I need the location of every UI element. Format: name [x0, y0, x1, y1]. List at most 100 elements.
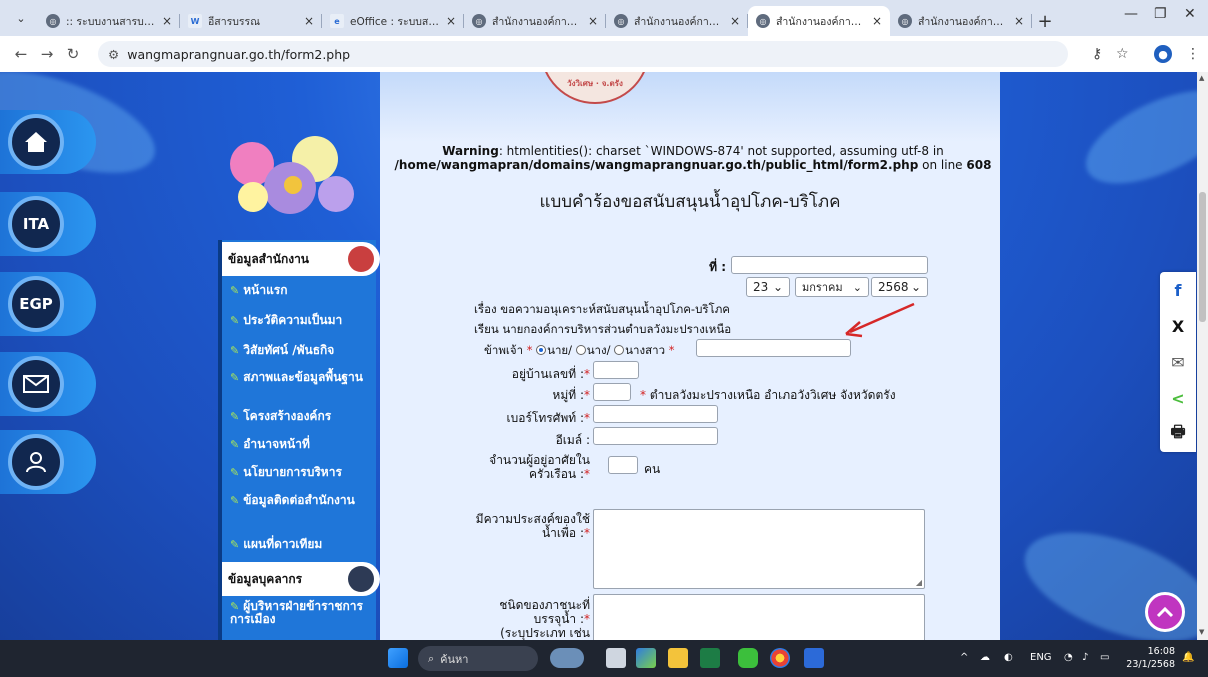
- sidebar-item-history[interactable]: ✎ ประวัติความเป็นมา: [230, 314, 376, 328]
- day-select[interactable]: 23 ⌄: [746, 277, 790, 297]
- ita-shortcut[interactable]: ITA: [0, 192, 96, 256]
- sidebar-item-policy[interactable]: ✎ นโยบายการบริหาร: [230, 466, 376, 480]
- full-name-input[interactable]: [696, 339, 851, 357]
- battery-icon[interactable]: ▭: [1100, 652, 1109, 663]
- restore-icon[interactable]: ❐: [1154, 6, 1167, 22]
- password-key-icon[interactable]: ⚷: [1092, 46, 1102, 62]
- forward-icon[interactable]: →: [34, 45, 60, 63]
- browser-tab[interactable]: ◎ สำนักงานองค์การบริหาร ×: [464, 6, 606, 36]
- close-icon[interactable]: ×: [162, 14, 172, 28]
- doc-number-input[interactable]: [731, 256, 928, 274]
- windows-start-icon[interactable]: [388, 648, 408, 668]
- pencil-icon: ✎: [230, 371, 240, 384]
- household-count-input[interactable]: [608, 456, 638, 474]
- mail-shortcut[interactable]: [0, 352, 96, 416]
- excel-icon[interactable]: [700, 648, 720, 668]
- browser-tab[interactable]: ◎ :: ระบบงานสารบรรณอิเล็กฯ ×: [38, 6, 180, 36]
- browser-menu-icon[interactable]: ⋮: [1186, 46, 1200, 62]
- tab-title: :: ระบบงานสารบรรณอิเล็กฯ: [66, 15, 156, 28]
- x-share-button[interactable]: X: [1160, 308, 1196, 344]
- radio-mrs[interactable]: [575, 345, 586, 355]
- sidebar-item-structure[interactable]: ✎ โครงสร้างองค์กร: [230, 410, 376, 424]
- chevron-down-icon: ⌄: [852, 280, 862, 294]
- notification-bell-icon[interactable]: 🔔: [1182, 652, 1194, 663]
- radio-miss[interactable]: [614, 345, 625, 355]
- word-icon[interactable]: [804, 648, 824, 668]
- pencil-icon: ✎: [230, 344, 240, 357]
- scroll-to-top-button[interactable]: [1145, 592, 1185, 632]
- user-shortcut[interactable]: [0, 430, 96, 494]
- moo-input[interactable]: [593, 383, 631, 401]
- purpose-textarea[interactable]: ◢: [593, 509, 925, 589]
- close-icon[interactable]: ×: [304, 14, 314, 28]
- taskbar-clock[interactable]: 16:08 23/1/2568: [1125, 645, 1175, 671]
- reload-icon[interactable]: ↻: [60, 45, 86, 63]
- sidebar-item-executives[interactable]: ✎ ผู้บริหารฝ่ายข้าราชการการเมือง: [230, 600, 376, 626]
- resize-grip-icon[interactable]: ◢: [916, 578, 922, 587]
- scrollbar-thumb[interactable]: [1199, 192, 1206, 322]
- back-icon[interactable]: ←: [8, 45, 34, 63]
- onedrive-icon[interactable]: ☁: [980, 652, 990, 663]
- egp-shortcut[interactable]: EGP: [0, 272, 96, 336]
- sidebar-item-duties[interactable]: ✎ อำนาจหน้าที่: [230, 438, 376, 452]
- sidebar-item-basic-info[interactable]: ✎ สภาพและข้อมูลพื้นฐาน: [230, 371, 376, 385]
- sidebar-section-title: ข้อมูลบุคลากร: [228, 571, 303, 586]
- phone-input[interactable]: [593, 405, 718, 423]
- close-icon[interactable]: ×: [1014, 14, 1024, 28]
- email-input[interactable]: [593, 427, 718, 445]
- close-icon[interactable]: ×: [730, 14, 740, 28]
- scroll-up-arrow-icon[interactable]: ▲: [1199, 74, 1204, 82]
- language-indicator[interactable]: ENG: [1030, 652, 1052, 663]
- taskbar-search[interactable]: ⌕ ค้นหา: [418, 646, 538, 671]
- tray-app-icon[interactable]: ◐: [1004, 652, 1013, 663]
- wifi-icon[interactable]: ◔: [1064, 652, 1073, 663]
- person-icon: [348, 566, 374, 592]
- profile-avatar-icon[interactable]: ●: [1154, 45, 1172, 63]
- tab-search-icon[interactable]: ⌄: [8, 5, 34, 31]
- sidebar-item-map[interactable]: ✎ แผนที่ดาวเทียม: [230, 538, 376, 552]
- copilot-icon[interactable]: [636, 648, 656, 668]
- task-view-icon[interactable]: [606, 648, 626, 668]
- share-button[interactable]: <: [1160, 380, 1196, 416]
- chevron-down-icon: ⌄: [910, 280, 921, 294]
- sidebar-item-home[interactable]: ✎ หน้าแรก: [230, 284, 376, 298]
- scroll-down-arrow-icon[interactable]: ▼: [1199, 628, 1204, 636]
- browser-tab[interactable]: ◎ สำนักงานองค์การบริหาร ×: [606, 6, 748, 36]
- chevron-up-icon: [1156, 606, 1174, 618]
- browser-tab[interactable]: ◎ สำนักงานองค์การบริหาร ×: [890, 6, 1032, 36]
- close-icon[interactable]: ×: [588, 14, 598, 28]
- email-share-button[interactable]: ✉: [1160, 344, 1196, 380]
- radio-mr[interactable]: [536, 345, 547, 355]
- browser-tab[interactable]: e eOffice : ระบบสารบรรณ ×: [322, 6, 464, 36]
- browser-tab[interactable]: W อีสารบรรณ ×: [180, 6, 322, 36]
- widgets-icon[interactable]: [550, 648, 584, 668]
- tab-title: สำนักงานองค์การบริหาร: [918, 15, 1008, 28]
- url-bar[interactable]: ⚙ wangmaprangnuar.go.th/form2.php: [98, 41, 1068, 67]
- line-app-icon[interactable]: [738, 648, 758, 668]
- subject-text: เรื่อง ขอความอนุเคราะห์สนับสนุนน้ำอุปโภค…: [474, 302, 730, 316]
- new-tab-button[interactable]: +: [1032, 6, 1058, 36]
- file-explorer-icon[interactable]: [668, 648, 688, 668]
- site-settings-icon[interactable]: ⚙: [108, 47, 119, 62]
- globe-icon: ◎: [898, 14, 912, 28]
- chrome-icon[interactable]: [770, 648, 790, 668]
- facebook-share-button[interactable]: f: [1160, 272, 1196, 308]
- close-icon[interactable]: ×: [446, 14, 456, 28]
- print-button[interactable]: 🖶: [1160, 416, 1196, 452]
- year-select[interactable]: 2568 ⌄: [871, 277, 928, 297]
- minimize-icon[interactable]: —: [1124, 6, 1138, 22]
- sidebar-item-contact[interactable]: ✎ ข้อมูลติดต่อสำนักงาน: [230, 494, 376, 508]
- close-icon[interactable]: ×: [872, 14, 882, 28]
- close-window-icon[interactable]: ✕: [1184, 6, 1196, 22]
- container-textarea[interactable]: [593, 594, 925, 640]
- page-scrollbar[interactable]: ▲ ▼: [1197, 72, 1208, 640]
- volume-icon[interactable]: ♪: [1082, 652, 1088, 663]
- sidebar-item-vision[interactable]: ✎ วิสัยทัศน์ /พันธกิจ: [230, 344, 376, 358]
- month-select[interactable]: มกราคม ⌄: [795, 277, 869, 297]
- tray-overflow-icon[interactable]: ^: [960, 652, 968, 663]
- home-shortcut[interactable]: [0, 110, 96, 174]
- container-label: ชนิดของภาชนะที่ บรรจุน้ำ :* (ระบุประเภท เช…: [499, 598, 590, 640]
- bookmark-star-icon[interactable]: ☆: [1116, 46, 1129, 62]
- house-number-input[interactable]: [593, 361, 639, 379]
- browser-tab-active[interactable]: ◎ สำนักงานองค์การบริหาร ×: [748, 6, 890, 36]
